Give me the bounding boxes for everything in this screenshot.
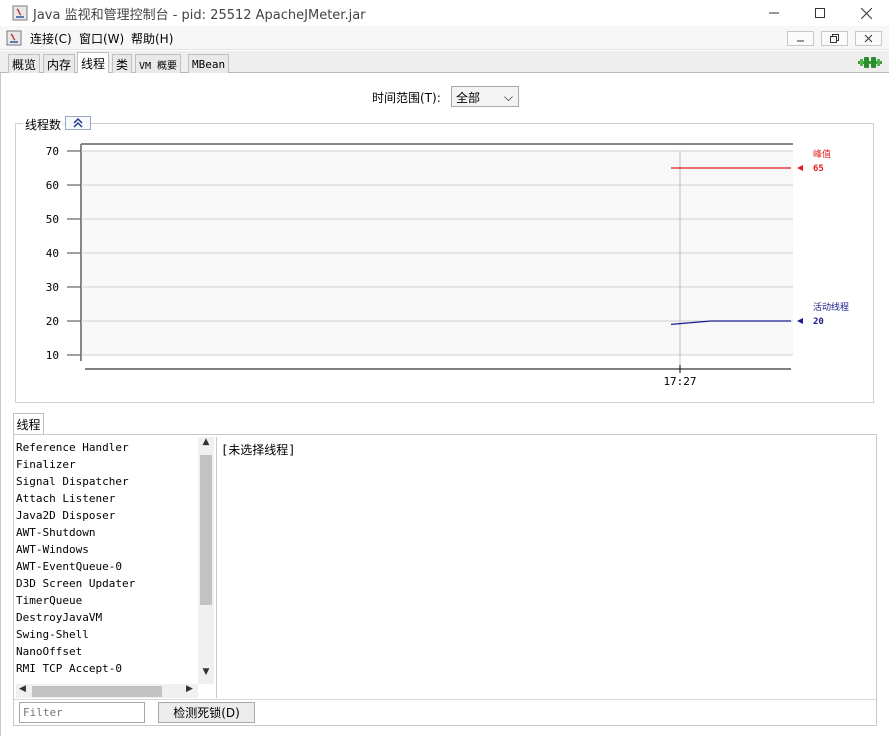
scroll-right-icon[interactable]: ▶ — [186, 684, 193, 694]
series-name-label: 峰值 — [813, 148, 831, 160]
menu-window[interactable]: 窗口(W) — [79, 30, 124, 47]
inner-minimize-icon — [797, 40, 804, 42]
thread-list-item[interactable]: TimerQueue — [16, 592, 198, 609]
thread-count-chart: 70 60 50 40 30 20 10 17:27 峰值 65 活动线程 20 — [46, 143, 849, 388]
maximize-icon — [815, 8, 825, 18]
tab-overview[interactable]: 概览 — [8, 54, 41, 73]
series-marker — [797, 165, 803, 171]
split-pane-divider[interactable] — [216, 437, 219, 698]
menu-help[interactable]: 帮助(H) — [131, 30, 173, 47]
thread-list-horizontal-scrollbar[interactable]: ◀ ▶ — [16, 684, 198, 698]
java-menu-icon[interactable] — [6, 30, 22, 46]
inner-close-icon — [864, 34, 873, 43]
chart-panel-title: 线程数 — [23, 116, 64, 133]
scroll-down-icon[interactable]: ▼ — [201, 667, 211, 677]
thread-list-item[interactable]: Swing-Shell — [16, 626, 198, 643]
thread-list-item[interactable]: Signal Dispatcher — [16, 473, 198, 490]
x-tick-label: 17:27 — [663, 375, 696, 388]
inner-restore-button[interactable] — [821, 31, 848, 46]
series-marker — [797, 318, 803, 324]
close-button[interactable] — [843, 0, 889, 26]
threads-panel: 时间范围(T): 全部 ⌵ 线程数 70 60 50 40 30 20 10 17:27 峰值 6… — [0, 73, 889, 736]
thread-list-item[interactable]: Java2D Disposer — [16, 507, 198, 524]
y-tick-label: 40 — [46, 247, 59, 260]
time-range-select[interactable]: 全部 ⌵ — [451, 86, 519, 107]
tab-mbean[interactable]: MBean — [188, 54, 230, 73]
series-name-label: 活动线程 — [813, 301, 849, 313]
thread-list-item[interactable]: AWT-Shutdown — [16, 524, 198, 541]
vertical-scroll-thumb[interactable] — [200, 455, 212, 605]
horizontal-scroll-thumb[interactable] — [32, 686, 162, 697]
main-tab-bar: 概览 内存 线程 类 VM 概要 MBean — [0, 51, 889, 74]
tab-classes[interactable]: 类 — [112, 54, 133, 73]
inner-minimize-button[interactable] — [787, 31, 814, 46]
detect-deadlock-button[interactable]: 检测死锁(D) — [158, 702, 255, 723]
thread-list-item[interactable]: Finalizer — [16, 456, 198, 473]
y-tick-label: 30 — [46, 281, 59, 294]
chevron-down-icon: ⌵ — [503, 90, 513, 104]
thread-list-item[interactable]: NanoOffset — [16, 643, 198, 660]
minimize-button[interactable] — [751, 0, 797, 26]
close-icon — [860, 7, 872, 19]
time-range-value: 全部 — [456, 91, 481, 105]
menu-bar: 连接(C) 窗口(W) 帮助(H) — [0, 26, 889, 50]
y-tick-label: 20 — [46, 315, 59, 328]
java-app-icon — [12, 5, 28, 21]
thread-list-panel: Reference Handler Finalizer Signal Dispatc… — [13, 434, 877, 726]
tab-threads[interactable]: 线程 — [77, 52, 110, 74]
collapse-button[interactable] — [65, 116, 91, 130]
title-bar: Java 监视和管理控制台 - pid: 25512 ApacheJMeter.… — [0, 0, 889, 26]
thread-detail-text: [未选择线程] — [221, 443, 296, 457]
thread-list-item[interactable]: D3D Screen Updater — [16, 575, 198, 592]
time-range-label: 时间范围(T): — [372, 91, 441, 105]
thread-list-item[interactable]: RMI TCP Accept-0 — [16, 660, 198, 677]
y-tick-label: 60 — [46, 179, 59, 192]
filter-input[interactable] — [19, 702, 145, 723]
bottom-separator — [14, 699, 876, 700]
window-title: Java 监视和管理控制台 - pid: 25512 ApacheJMeter.… — [33, 8, 366, 23]
y-tick-label: 50 — [46, 213, 59, 226]
thread-list-item[interactable]: Reference Handler — [16, 439, 198, 456]
thread-list[interactable]: Reference Handler Finalizer Signal Dispatc… — [16, 439, 198, 684]
tab-vm-summary[interactable]: VM 概要 — [135, 54, 182, 73]
menu-connection[interactable]: 连接(C) — [30, 30, 72, 47]
thread-list-vertical-scrollbar[interactable]: ▲ ▼ — [198, 437, 214, 684]
tab-thread-list[interactable]: 线程 — [13, 413, 44, 435]
connection-status-icon — [858, 57, 882, 68]
y-tick-label: 10 — [46, 349, 59, 362]
tab-vm-summary-label: VM 概要 — [139, 60, 178, 72]
thread-list-item[interactable]: AWT-EventQueue-0 — [16, 558, 198, 575]
inner-close-button[interactable] — [855, 31, 882, 46]
scroll-up-icon[interactable]: ▲ — [201, 437, 211, 447]
thread-list-item[interactable]: DestroyJavaVM — [16, 609, 198, 626]
thread-list-item[interactable]: Attach Listener — [16, 490, 198, 507]
series-value-label: 20 — [813, 317, 824, 327]
series-value-label: 65 — [813, 164, 824, 174]
thread-list-item[interactable]: AWT-Windows — [16, 541, 198, 558]
tab-memory[interactable]: 内存 — [43, 54, 76, 73]
scroll-left-icon[interactable]: ◀ — [19, 684, 26, 694]
y-tick-label: 70 — [46, 145, 59, 158]
double-chevron-up-icon — [73, 118, 83, 128]
inner-restore-icon — [830, 34, 839, 43]
maximize-button[interactable] — [797, 0, 843, 26]
minimize-icon — [769, 12, 779, 14]
